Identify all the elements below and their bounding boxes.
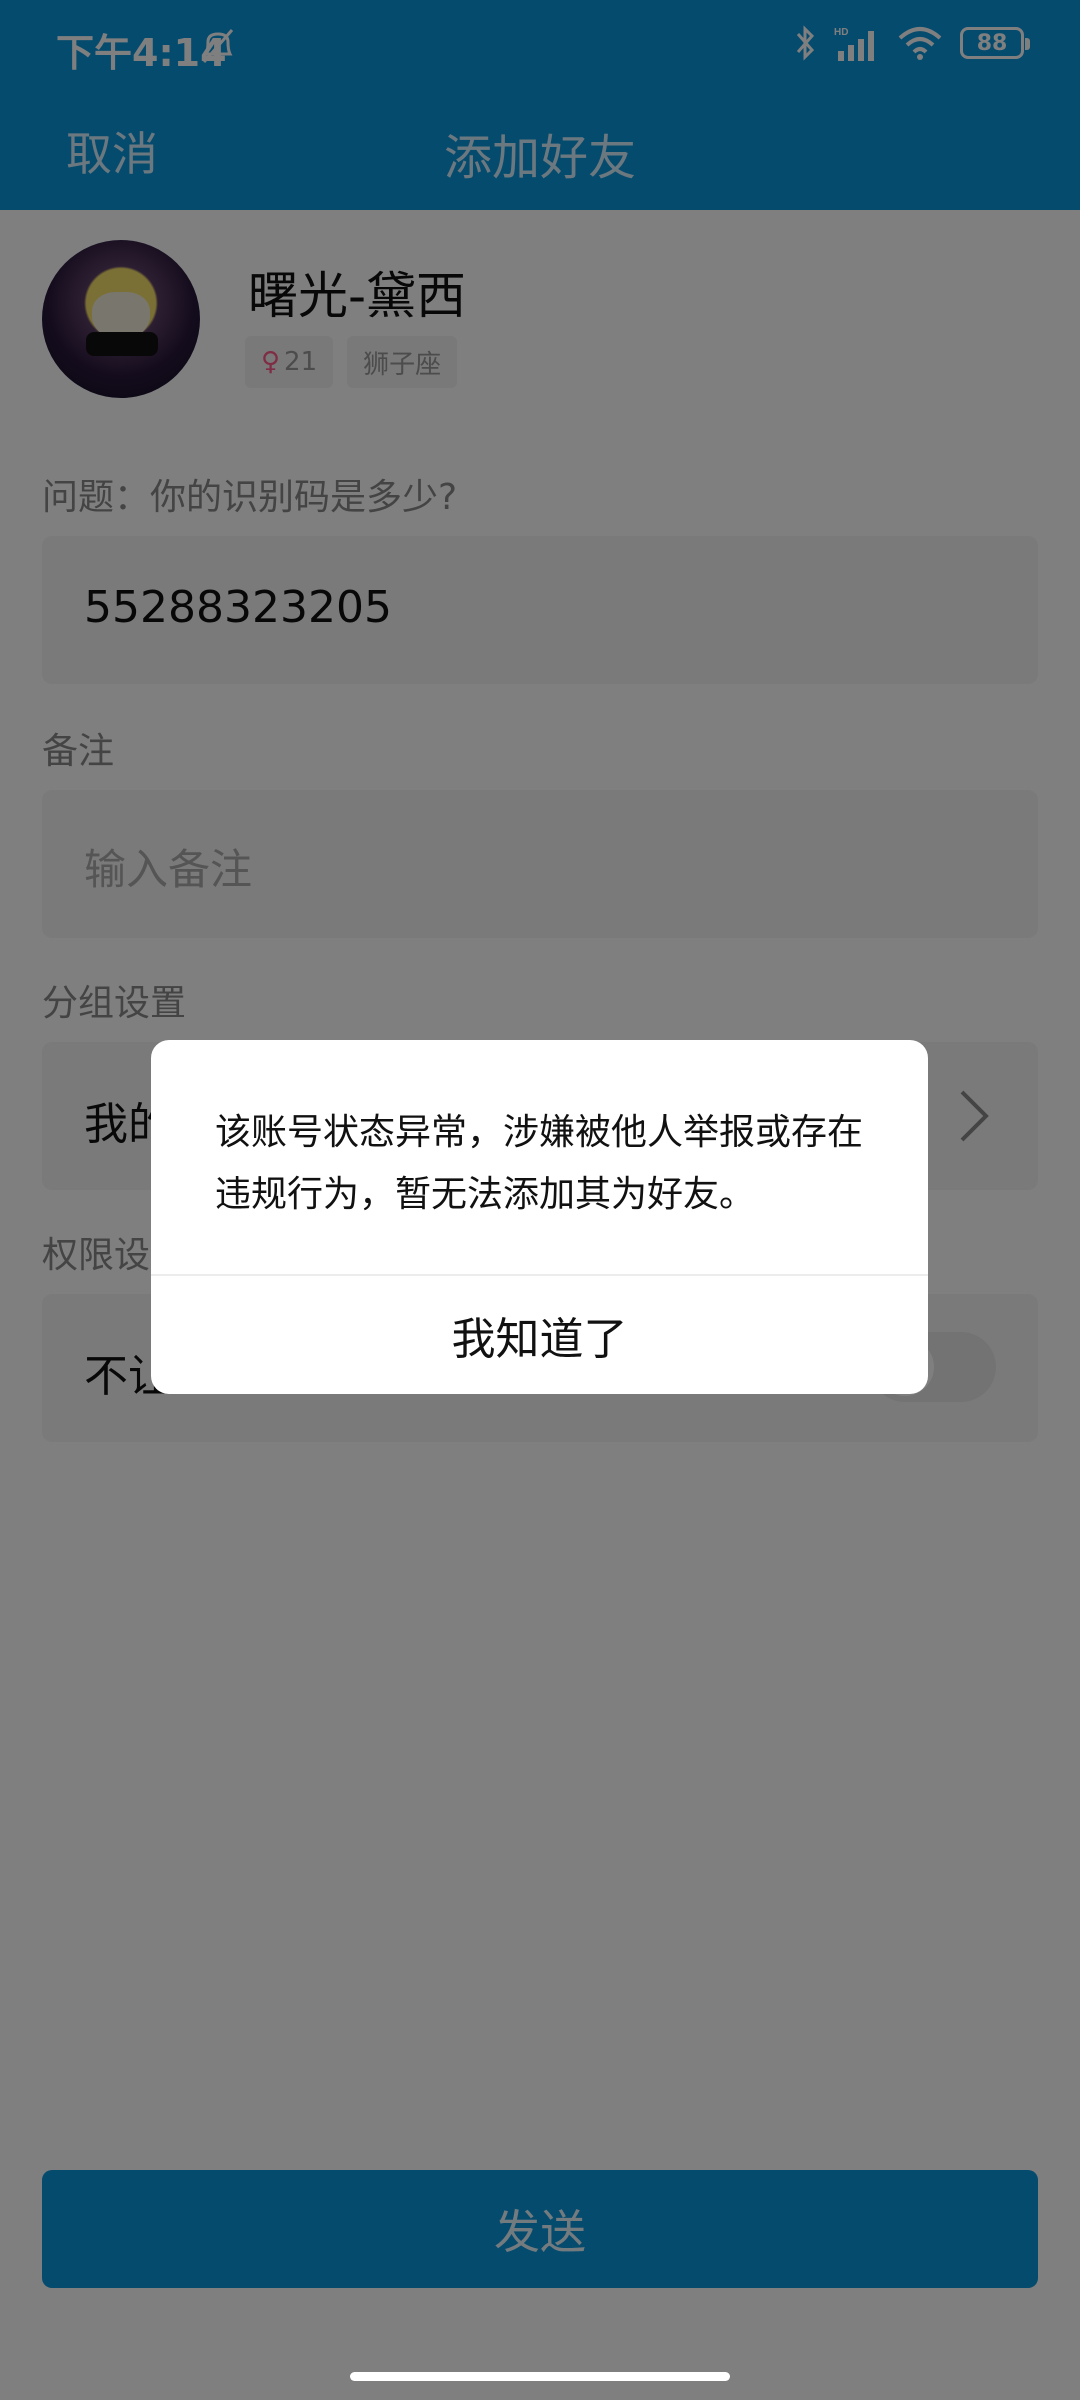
alert-dialog: 该账号状态异常，涉嫌被他人举报或存在违规行为，暂无法添加其为好友。 我知道了: [151, 1040, 928, 1394]
dialog-message: 该账号状态异常，涉嫌被他人举报或存在违规行为，暂无法添加其为好友。: [215, 1112, 864, 1215]
dialog-ok-button[interactable]: 我知道了: [151, 1276, 928, 1394]
home-indicator[interactable]: [350, 2372, 730, 2381]
